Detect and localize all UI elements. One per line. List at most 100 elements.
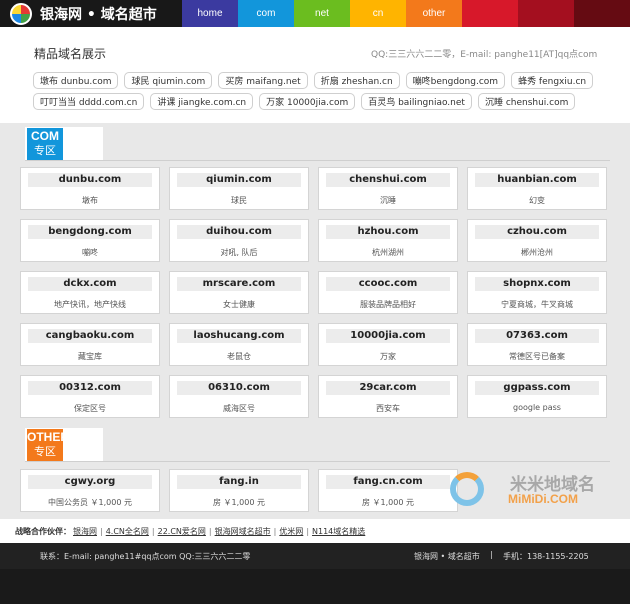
domain-card-name[interactable]: duihou.com bbox=[177, 225, 301, 239]
domain-card-name[interactable]: hzhou.com bbox=[326, 225, 450, 239]
nav-net[interactable]: net bbox=[294, 0, 350, 27]
domain-card-desc: 嘣咚 bbox=[82, 248, 98, 257]
other-zone-badge[interactable]: OTHER 专区 bbox=[27, 429, 69, 461]
domain-card[interactable]: dunbu.com 墩布 bbox=[20, 167, 160, 210]
domain-card-name[interactable]: cangbaoku.com bbox=[28, 329, 152, 343]
domain-card[interactable]: czhou.com 郴州沧州 bbox=[467, 219, 607, 262]
nav-empty-3 bbox=[574, 0, 630, 27]
partner-link[interactable]: 银海网域名超市 bbox=[215, 526, 271, 537]
domain-card-name[interactable]: dunbu.com bbox=[28, 173, 152, 187]
logo-icon bbox=[10, 3, 32, 25]
nav-cn[interactable]: cn bbox=[350, 0, 406, 27]
domain-card[interactable]: 06310.com 威海区号 bbox=[169, 375, 309, 418]
watermark: 米米地域名 MiMiDi.COM bbox=[450, 470, 625, 510]
watermark-en: MiMiDi.COM bbox=[508, 492, 578, 506]
domain-card-name[interactable]: fang.in bbox=[177, 475, 301, 489]
domain-tag[interactable]: 蜂秀 fengxiu.cn bbox=[511, 72, 594, 89]
domain-card[interactable]: ggpass.com google pass bbox=[467, 375, 607, 418]
partners-label: 战略合作伙伴： bbox=[15, 526, 71, 536]
domain-card-desc: 球民 bbox=[231, 196, 247, 205]
domain-card[interactable]: chenshui.com 沉睡 bbox=[318, 167, 458, 210]
domain-card-desc: 服装品牌品相好 bbox=[360, 300, 416, 309]
nav-com[interactable]: com bbox=[238, 0, 294, 27]
domain-card-name[interactable]: qiumin.com bbox=[177, 173, 301, 187]
domain-card-desc: 保定区号 bbox=[74, 404, 106, 413]
domain-card-desc: 房 ￥1,000 元 bbox=[213, 498, 265, 507]
com-zone-badge[interactable]: COM 专区 bbox=[27, 128, 63, 160]
domain-tag[interactable]: 沉睡 chenshui.com bbox=[477, 93, 576, 110]
nav-other[interactable]: other bbox=[406, 0, 462, 27]
partner-link[interactable]: 4.CN全名网 bbox=[106, 526, 149, 537]
domain-tag[interactable]: 球民 qiumin.com bbox=[124, 72, 213, 89]
domain-card[interactable]: qiumin.com 球民 bbox=[169, 167, 309, 210]
domain-tag[interactable]: 叮叮当当 dddd.com.cn bbox=[33, 93, 145, 110]
domain-card-name[interactable]: shopnx.com bbox=[475, 277, 599, 291]
domain-card-name[interactable]: 29car.com bbox=[326, 381, 450, 395]
domain-card-desc: 对吼, 队后 bbox=[220, 248, 258, 257]
domain-tag[interactable]: 百灵鸟 bailingniao.net bbox=[361, 93, 472, 110]
domain-card[interactable]: hzhou.com 杭州湖州 bbox=[318, 219, 458, 262]
domain-card-name[interactable]: 07363.com bbox=[475, 329, 599, 343]
domain-card-name[interactable]: laoshucang.com bbox=[177, 329, 301, 343]
domain-tag[interactable]: 万家 10000jia.com bbox=[259, 93, 356, 110]
domain-tag[interactable]: 折扇 zheshan.cn bbox=[313, 72, 400, 89]
domain-tag[interactable]: 买房 maifang.net bbox=[218, 72, 308, 89]
domain-card-name[interactable]: cgwy.org bbox=[28, 475, 152, 489]
domain-card-name[interactable]: mrscare.com bbox=[177, 277, 301, 291]
domain-tag[interactable]: 墩布 dunbu.com bbox=[33, 72, 119, 89]
footer-contact: 联系：E-mail: panghe11#qq点com QQ:三三六六二二零 bbox=[40, 552, 251, 561]
partner-link[interactable]: N114域名精选 bbox=[312, 526, 365, 537]
domain-card-name[interactable]: ggpass.com bbox=[475, 381, 599, 395]
domain-card-name[interactable]: dckx.com bbox=[28, 277, 152, 291]
site-logo[interactable]: 银海网 • 域名超市 bbox=[0, 0, 182, 27]
domain-card[interactable]: cgwy.org 中国公务员 ￥1,000 元 bbox=[20, 469, 160, 512]
domain-card[interactable]: duihou.com 对吼, 队后 bbox=[169, 219, 309, 262]
main-nav: home com net cn other bbox=[182, 0, 630, 27]
domain-card-desc: 西安车 bbox=[376, 404, 400, 413]
domain-tag[interactable]: 嘣咚bengdong.com bbox=[405, 72, 506, 89]
domain-card[interactable]: 29car.com 西安车 bbox=[318, 375, 458, 418]
domain-card-name[interactable]: chenshui.com bbox=[326, 173, 450, 187]
domain-card-name[interactable]: 10000jia.com bbox=[326, 329, 450, 343]
domain-card-name[interactable]: huanbian.com bbox=[475, 173, 599, 187]
domain-card[interactable]: ccooc.com 服装品牌品相好 bbox=[318, 271, 458, 314]
nav-home[interactable]: home bbox=[182, 0, 238, 27]
domain-card-desc: google pass bbox=[513, 403, 561, 412]
domain-card-desc: 威海区号 bbox=[223, 404, 255, 413]
domain-card[interactable]: laoshucang.com 老鼠仓 bbox=[169, 323, 309, 366]
domain-tag[interactable]: 讲课 jiangke.com.cn bbox=[150, 93, 254, 110]
com-zone-top: COM bbox=[31, 129, 59, 143]
logo-text: 银海网 • 域名超市 bbox=[40, 6, 157, 23]
domain-card[interactable]: cangbaoku.com 藏宝库 bbox=[20, 323, 160, 366]
domain-card-name[interactable]: 06310.com bbox=[177, 381, 301, 395]
domain-card[interactable]: mrscare.com 女士健康 bbox=[169, 271, 309, 314]
partner-link[interactable]: 优米网 bbox=[279, 526, 303, 537]
domain-card-desc: 幻变 bbox=[529, 196, 545, 205]
domain-card-name[interactable]: 00312.com bbox=[28, 381, 152, 395]
partner-link[interactable]: 22.CN爱名网 bbox=[158, 526, 206, 537]
domain-card[interactable]: shopnx.com 宁夏商城，牛叉商城 bbox=[467, 271, 607, 314]
partner-link[interactable]: 银海网 bbox=[73, 526, 97, 537]
com-zone-label: COM 专区 bbox=[25, 127, 103, 161]
domain-card-name[interactable]: bengdong.com bbox=[28, 225, 152, 239]
showcase-contact: QQ:三三六六二二零，E-mail: panghe11[AT]qq点com bbox=[371, 50, 598, 60]
domain-card[interactable]: huanbian.com 幻变 bbox=[467, 167, 607, 210]
domain-card[interactable]: dckx.com 地产快讯，地产快线 bbox=[20, 271, 160, 314]
domain-card[interactable]: bengdong.com 嘣咚 bbox=[20, 219, 160, 262]
domain-card[interactable]: fang.in 房 ￥1,000 元 bbox=[169, 469, 309, 512]
site-footer: 联系：E-mail: panghe11#qq点com QQ:三三六六二二零 银海… bbox=[0, 543, 630, 604]
domain-card-desc: 常德区号已备案 bbox=[509, 352, 565, 361]
domain-card-name[interactable]: ccooc.com bbox=[326, 277, 450, 291]
com-zone-bottom: 专区 bbox=[34, 145, 56, 157]
domain-card[interactable]: fang.cn.com 房 ￥1,000 元 bbox=[318, 469, 458, 512]
domain-card-name[interactable]: czhou.com bbox=[475, 225, 599, 239]
domain-card[interactable]: 07363.com 常德区号已备案 bbox=[467, 323, 607, 366]
domain-card[interactable]: 10000jia.com 万家 bbox=[318, 323, 458, 366]
domain-card-desc: 老鼠仓 bbox=[227, 352, 251, 361]
domain-card-desc: 郴州沧州 bbox=[521, 248, 553, 257]
nav-empty-1 bbox=[462, 0, 518, 27]
footer-separator: | bbox=[490, 550, 493, 559]
domain-card[interactable]: 00312.com 保定区号 bbox=[20, 375, 160, 418]
domain-card-name[interactable]: fang.cn.com bbox=[326, 475, 450, 489]
site-header: 银海网 • 域名超市 home com net cn other bbox=[0, 0, 630, 27]
